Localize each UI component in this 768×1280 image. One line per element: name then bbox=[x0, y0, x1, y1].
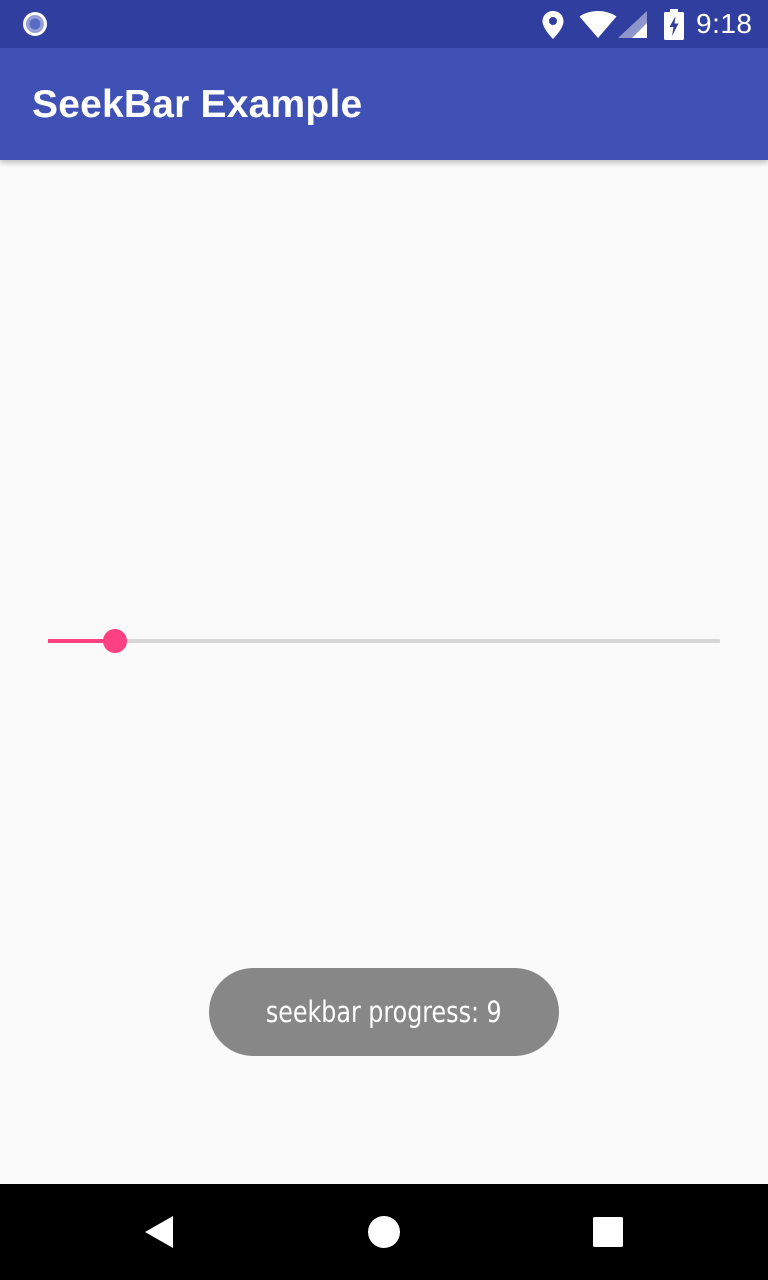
toast-message: seekbar progress: 9 bbox=[266, 995, 502, 1029]
app-bar: SeekBar Example bbox=[0, 48, 768, 160]
notification-radio-icon bbox=[23, 12, 47, 36]
wifi-icon bbox=[579, 11, 617, 38]
recents-button[interactable] bbox=[548, 1184, 668, 1280]
back-button[interactable] bbox=[100, 1184, 220, 1280]
home-icon bbox=[368, 1216, 400, 1248]
home-button[interactable] bbox=[324, 1184, 444, 1280]
seekbar-track[interactable] bbox=[48, 639, 720, 643]
status-bar: 9:18 bbox=[0, 0, 768, 48]
navigation-bar bbox=[0, 1184, 768, 1280]
seekbar-thumb[interactable] bbox=[103, 629, 127, 653]
toast: seekbar progress: 9 bbox=[209, 968, 559, 1056]
content-area: seekbar progress: 9 bbox=[0, 160, 768, 1184]
recents-icon bbox=[593, 1217, 623, 1247]
app-title: SeekBar Example bbox=[32, 83, 363, 126]
battery-charging-icon bbox=[664, 9, 684, 40]
status-clock: 9:18 bbox=[696, 8, 753, 39]
location-icon bbox=[542, 11, 564, 39]
seekbar[interactable] bbox=[48, 618, 720, 664]
back-icon bbox=[145, 1216, 173, 1248]
cell-signal-icon bbox=[618, 11, 647, 38]
